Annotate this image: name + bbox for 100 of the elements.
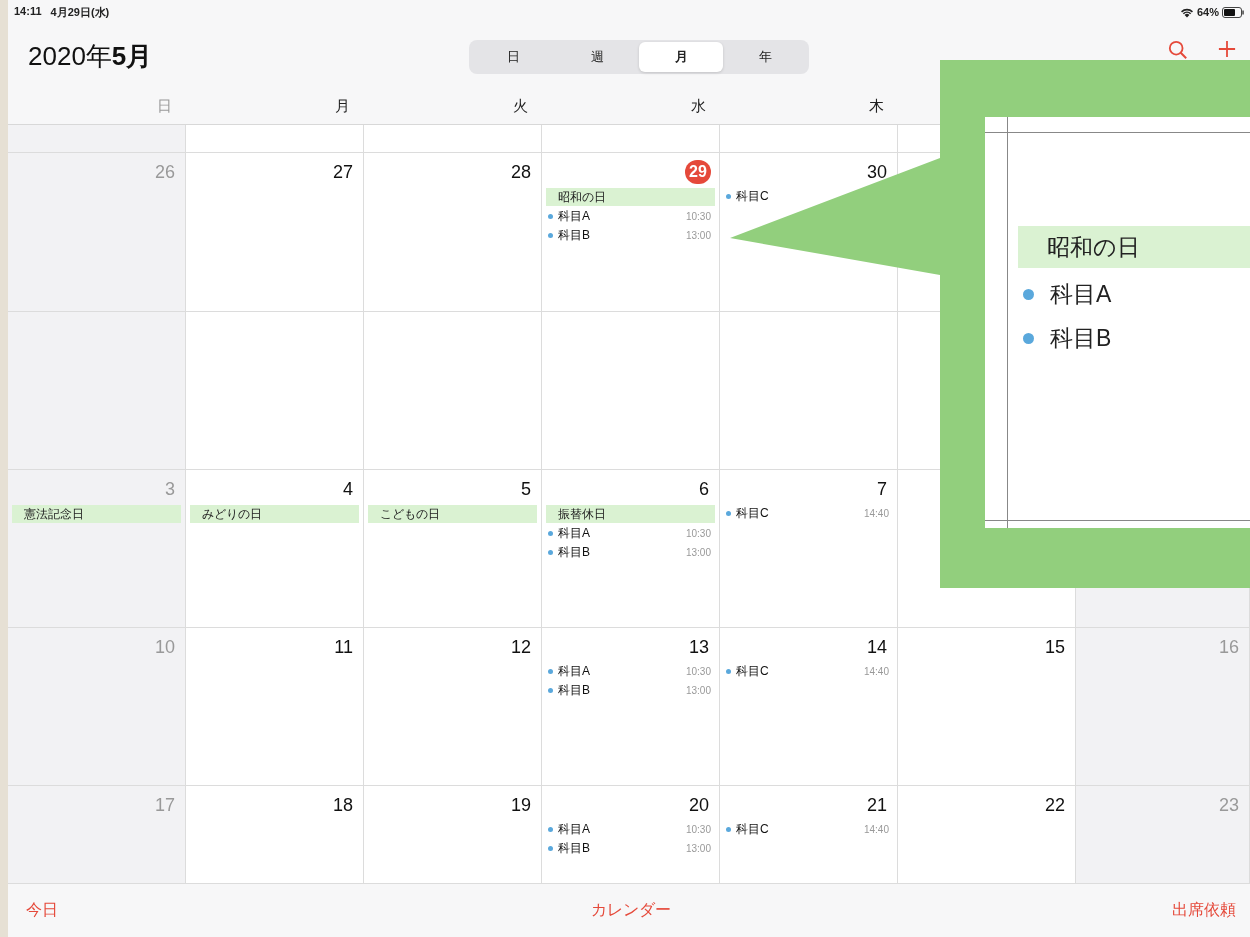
event-time: 10:30: [685, 528, 711, 539]
date-number[interactable]: 15: [1041, 635, 1065, 659]
date-number[interactable]: 13: [685, 635, 709, 659]
event-time: 14:40: [863, 824, 889, 835]
event-title[interactable]: 科目A: [558, 663, 590, 680]
month-title: 2020年5月: [28, 40, 154, 74]
date-number[interactable]: 27: [329, 160, 353, 184]
day-cell[interactable]: 13 科目A 10:30 科目B 13:00: [542, 628, 720, 786]
date-number[interactable]: 20: [685, 793, 709, 817]
event-dot: [548, 233, 553, 238]
day-cell[interactable]: [720, 312, 898, 470]
event-title: 科目A: [1050, 279, 1112, 309]
date-number[interactable]: 30: [863, 160, 887, 184]
event-dot: [548, 669, 553, 674]
event-title[interactable]: 科目A: [558, 208, 590, 225]
view-tab[interactable]: 日: [471, 41, 555, 72]
date-number[interactable]: 5: [507, 477, 531, 501]
today-link[interactable]: 今日: [26, 900, 591, 921]
date-number[interactable]: 19: [507, 793, 531, 817]
date-number[interactable]: 21: [863, 793, 887, 817]
weekday-label: 日: [157, 97, 173, 116]
date-number[interactable]: 7: [863, 477, 887, 501]
event-title[interactable]: 科目B: [558, 840, 590, 857]
date-number[interactable]: 12: [507, 635, 531, 659]
event-dot: [548, 531, 553, 536]
event-dot: [548, 688, 553, 693]
date-number[interactable]: 11: [329, 635, 353, 659]
event-title: 科目B: [1050, 323, 1112, 353]
wifi-icon: [1179, 6, 1194, 18]
event-title[interactable]: 科目C: [736, 188, 769, 205]
day-cell[interactable]: 20 科目A 10:30 科目B 13:00: [542, 786, 720, 884]
day-cell[interactable]: 15: [898, 628, 1076, 786]
day-cell[interactable]: 14 科目C 14:40: [720, 628, 898, 786]
day-cell[interactable]: 7 科目C 14:40: [720, 470, 898, 628]
day-cell[interactable]: [8, 312, 186, 470]
status-date: 4月29日(水): [50, 4, 110, 20]
event-dot: [726, 194, 731, 199]
holiday-banner[interactable]: 振替休日: [546, 505, 715, 523]
day-cell[interactable]: 3 憲法記念日: [8, 470, 186, 628]
date-number[interactable]: 18: [329, 793, 353, 817]
weekday-label: 火: [513, 97, 529, 116]
event-time: 10:30: [685, 666, 711, 677]
day-cell[interactable]: 27: [186, 153, 364, 312]
event-title[interactable]: 科目B: [558, 544, 590, 561]
day-cell[interactable]: 29 昭和の日 科目A 10:30 科目B 13:00: [542, 153, 720, 312]
holiday-banner[interactable]: 憲法記念日: [12, 505, 181, 523]
event-time: 13:00: [685, 685, 711, 696]
holiday-banner[interactable]: こどもの日: [368, 505, 537, 523]
day-cell[interactable]: [364, 312, 542, 470]
day-cell[interactable]: 11: [186, 628, 364, 786]
event-title[interactable]: 科目B: [558, 682, 590, 699]
event-dot: [726, 827, 731, 832]
day-cell[interactable]: [186, 312, 364, 470]
view-tab[interactable]: 年: [723, 41, 807, 72]
day-cell[interactable]: 19: [364, 786, 542, 884]
day-cell[interactable]: 21 科目C 14:40: [720, 786, 898, 884]
battery-icon: [1222, 6, 1244, 18]
date-number[interactable]: 6: [685, 477, 709, 501]
view-tab[interactable]: 月: [639, 41, 723, 72]
add-icon[interactable]: [1218, 39, 1236, 58]
event-time: 14:40: [863, 666, 889, 677]
day-cell[interactable]: 18: [186, 786, 364, 884]
day-cell[interactable]: [542, 312, 720, 470]
day-cell[interactable]: 4 みどりの日: [186, 470, 364, 628]
day-cell[interactable]: [8, 125, 186, 153]
date-number[interactable]: 14: [863, 635, 887, 659]
day-cell[interactable]: 22: [898, 786, 1076, 884]
event-title[interactable]: 科目A: [558, 821, 590, 838]
event-title[interactable]: 科目A: [558, 525, 590, 542]
holiday-banner[interactable]: 昭和の日: [546, 188, 715, 206]
event-time: 10:30: [685, 824, 711, 835]
event-dot: [726, 669, 731, 674]
day-cell[interactable]: [720, 125, 898, 153]
weekday-label: 木: [869, 97, 885, 116]
date-number[interactable]: 22: [1041, 793, 1065, 817]
day-cell[interactable]: 12: [364, 628, 542, 786]
calendars-link[interactable]: カレンダー: [591, 900, 671, 921]
day-cell[interactable]: [364, 125, 542, 153]
event-title[interactable]: 科目C: [736, 821, 769, 838]
event-time: 13:00: [685, 547, 711, 558]
event-title[interactable]: 科目C: [736, 505, 769, 522]
clock-time: 14:11: [14, 4, 42, 19]
search-icon[interactable]: [1168, 39, 1188, 60]
day-cell[interactable]: 28: [364, 153, 542, 312]
weekday-label: 月: [335, 97, 351, 116]
event-title[interactable]: 科目C: [736, 663, 769, 680]
day-cell[interactable]: 6 振替休日 科目A 10:30 科目B 13:00: [542, 470, 720, 628]
event-dot: [1023, 288, 1034, 300]
date-number[interactable]: 29: [685, 160, 711, 184]
holiday-banner[interactable]: みどりの日: [190, 505, 359, 523]
date-number[interactable]: 28: [507, 160, 531, 184]
day-cell[interactable]: 5 こどもの日: [364, 470, 542, 628]
day-cell[interactable]: [542, 125, 720, 153]
event-time: 10:30: [685, 211, 711, 222]
inbox-link[interactable]: 出席依頼: [1172, 900, 1236, 921]
date-number[interactable]: 4: [329, 477, 353, 501]
event-time: 14:40: [863, 508, 889, 519]
event-title[interactable]: 科目B: [558, 227, 590, 244]
view-tab[interactable]: 週: [555, 41, 639, 72]
day-cell[interactable]: [186, 125, 364, 153]
